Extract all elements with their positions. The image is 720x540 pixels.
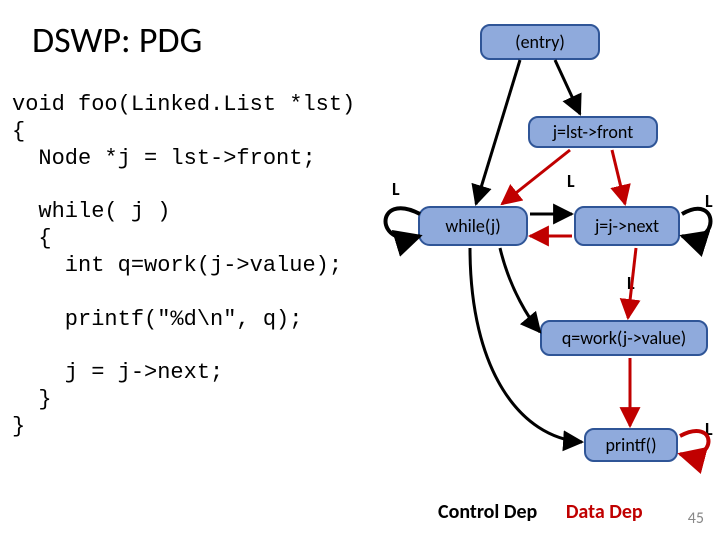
label-L3: L — [705, 190, 713, 212]
legend-control: Control Dep — [438, 500, 537, 524]
legend-data: Data Dep — [566, 500, 643, 524]
node-while: while(j) — [418, 206, 528, 246]
legend: Control Dep Data Dep — [438, 500, 643, 524]
label-L4: L — [627, 272, 635, 294]
node-entry: (entry) — [480, 24, 600, 60]
label-L1: L — [392, 178, 400, 200]
node-work: q=work(j->value) — [540, 320, 708, 356]
node-printf: printf() — [584, 428, 678, 462]
node-init: j=lst->front — [528, 116, 658, 148]
label-L5: L — [705, 418, 713, 440]
page-number: 45 — [688, 509, 704, 528]
page-title: DSWP: PDG — [32, 18, 202, 62]
node-next: j=j->next — [574, 206, 680, 246]
label-L2: L — [567, 170, 575, 192]
code-listing: void foo(Linked.List *lst) { Node *j = l… — [12, 92, 355, 441]
